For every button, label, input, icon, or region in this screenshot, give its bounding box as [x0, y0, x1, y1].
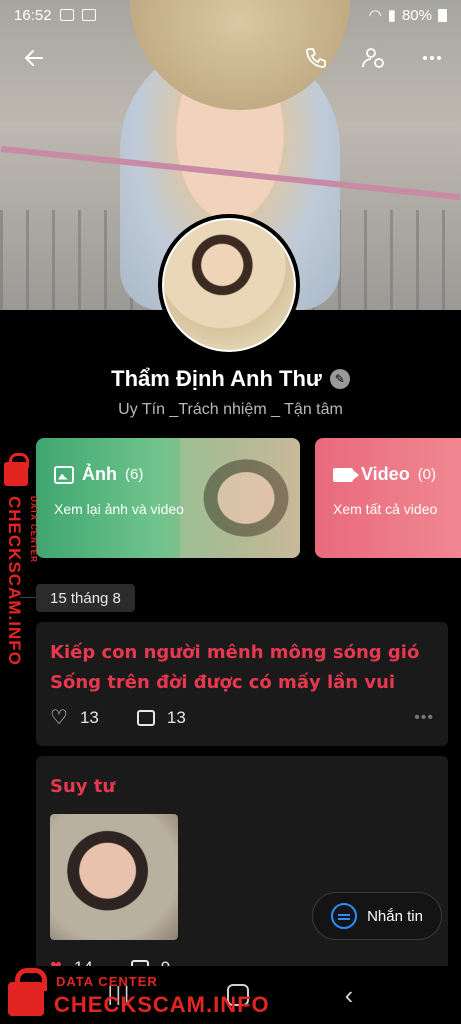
- video-icon: [333, 467, 359, 482]
- like-count: 13: [79, 707, 99, 727]
- comment-count: 13: [166, 707, 186, 727]
- call-button[interactable]: [302, 44, 330, 72]
- status-bar: 16:52 ◠ ▮ 80%: [0, 0, 461, 30]
- photos-label: Ảnh: [82, 464, 117, 484]
- profile-settings-button[interactable]: [360, 44, 388, 72]
- profile-name-row: Thẩm Định Anh Thư ✎: [0, 366, 461, 392]
- edit-name-icon[interactable]: ✎: [329, 369, 350, 389]
- wifi-icon: ◠: [368, 7, 382, 24]
- more-button[interactable]: [418, 44, 446, 72]
- back-button[interactable]: [20, 44, 48, 72]
- lock-icon: [4, 453, 29, 486]
- post-text-line: Kiếp con người mênh mông sóng gió: [50, 642, 420, 663]
- photos-count: (6): [125, 466, 144, 483]
- phone-icon: [306, 48, 326, 68]
- signal-icon: ▮: [387, 7, 396, 24]
- post-card[interactable]: Kiếp con người mênh mông sóng gió Sống t…: [36, 622, 448, 746]
- user-settings-icon: [362, 48, 384, 68]
- download-notification-icon: [81, 9, 96, 21]
- more-horizontal-icon: [423, 56, 441, 60]
- chat-bubble-icon: [331, 903, 358, 929]
- avatar[interactable]: [158, 214, 300, 356]
- battery-icon: [438, 8, 447, 22]
- post-text-line: Sống trên đời được có mấy lần vui: [50, 672, 396, 693]
- watermark-big-text: CHECKSCAM.INFO: [54, 992, 270, 1017]
- photo-icon: [54, 465, 74, 484]
- videos-label: Video: [361, 464, 410, 484]
- message-button-label: Nhắn tin: [367, 907, 423, 925]
- gallery-notification-icon: [59, 9, 74, 21]
- videos-card[interactable]: Video (0) Xem tất cả video: [315, 438, 461, 558]
- profile-bio: Uy Tín _Trách nhiệm _ Tận tâm: [118, 401, 343, 418]
- watermark-big-text: CHECKSCAM.INFO: [5, 496, 24, 666]
- battery-level: 80%: [401, 6, 432, 24]
- status-time: 16:52: [14, 6, 52, 24]
- side-watermark: CHECKSCAM.INFO DATA CENTER: [0, 453, 38, 676]
- photos-card[interactable]: Ảnh (6) Xem lại ảnh và video: [36, 438, 300, 558]
- photos-subtitle: Xem lại ảnh và video: [54, 501, 184, 517]
- like-icon[interactable]: ♡: [50, 705, 68, 730]
- videos-subtitle: Xem tất cả video: [333, 501, 438, 517]
- message-button[interactable]: Nhắn tin: [312, 892, 442, 940]
- watermark-small-text: DATA CENTER: [29, 496, 38, 563]
- timeline-date: 15 tháng 8: [36, 584, 135, 612]
- comment-icon[interactable]: [136, 709, 155, 726]
- arrow-left-icon: [24, 50, 43, 66]
- lock-icon: [8, 968, 47, 1016]
- profile-name: Thẩm Định Anh Thư: [111, 366, 322, 391]
- watermark-small-text: DATA CENTER: [56, 974, 158, 989]
- post-photo[interactable]: [50, 814, 178, 940]
- post-more-icon[interactable]: •••: [414, 709, 434, 727]
- videos-count: (0): [417, 466, 437, 483]
- bottom-watermark: DATA CENTER CHECKSCAM.INFO: [0, 960, 300, 1024]
- system-back-icon[interactable]: ‹: [345, 980, 354, 1011]
- post-text-line: Suy tư: [50, 776, 116, 797]
